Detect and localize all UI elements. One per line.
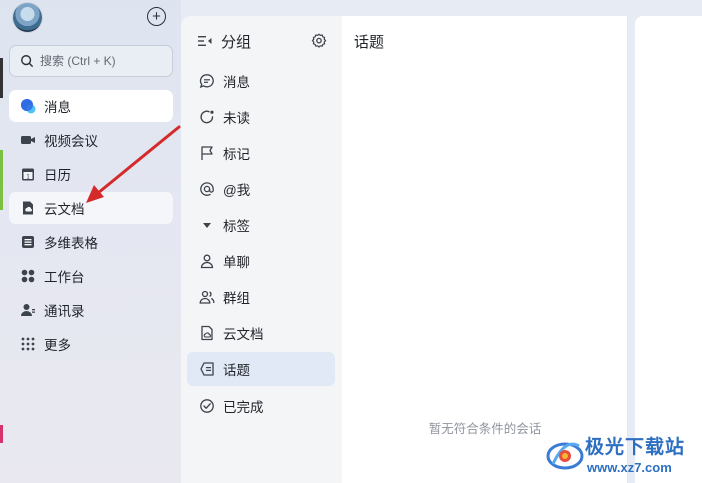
cloud-doc-icon xyxy=(20,200,36,216)
nav-item-bitable[interactable]: 多维表格 xyxy=(9,226,173,258)
nav-item-workplace[interactable]: 工作台 xyxy=(9,260,173,292)
nav-label: 视频会议 xyxy=(44,134,98,149)
doc-icon xyxy=(199,325,215,341)
nav-label: 日历 xyxy=(44,168,71,183)
video-camera-icon xyxy=(20,132,36,148)
avatar[interactable] xyxy=(13,3,42,32)
group-item-single-chat[interactable]: 单聊 xyxy=(187,244,335,278)
watermark-name: 极光下载站 xyxy=(585,436,686,458)
edge-strip xyxy=(0,425,3,443)
search-icon xyxy=(21,55,33,67)
search-input[interactable] xyxy=(40,54,160,68)
nav-label: 云文档 xyxy=(44,202,85,217)
check-circle-icon xyxy=(199,398,215,414)
nav-item-contacts[interactable]: 通讯录 xyxy=(9,294,173,326)
left-navigation: + 消息 视频会议 1 日历 云文档 xyxy=(0,0,181,483)
message-bubble-icon xyxy=(20,98,36,114)
person-icon xyxy=(199,253,215,269)
gear-icon[interactable] xyxy=(311,33,327,49)
group-item-topics[interactable]: 话题 xyxy=(187,352,335,386)
group-label: 消息 xyxy=(223,75,250,90)
group-icon xyxy=(199,289,215,305)
flag-icon xyxy=(199,145,215,161)
conversation-list: 话题 暂无符合条件的会话 xyxy=(342,16,628,483)
watermark-url: www.xz7.com xyxy=(587,460,672,475)
nav-label: 通讯录 xyxy=(44,304,85,319)
group-item-flagged[interactable]: 标记 xyxy=(187,136,335,170)
group-label: 单聊 xyxy=(223,255,250,270)
calendar-icon: 1 xyxy=(20,166,36,182)
watermark: 极光下载站 www.xz7.com xyxy=(545,428,702,483)
group-item-docs[interactable]: 云文档 xyxy=(187,316,335,350)
group-label: 话题 xyxy=(223,363,250,378)
group-item-mentions[interactable]: @我 xyxy=(187,172,335,206)
at-icon xyxy=(199,181,215,197)
group-label: 群组 xyxy=(223,291,250,306)
nav-item-video-meeting[interactable]: 视频会议 xyxy=(9,124,173,156)
nav-item-calendar[interactable]: 1 日历 xyxy=(9,158,173,190)
table-grid-icon xyxy=(20,234,36,250)
groups-header: 分组 xyxy=(197,30,327,52)
edge-strip xyxy=(0,58,3,98)
groups-title: 分组 xyxy=(221,33,252,51)
collapse-list-icon[interactable] xyxy=(197,33,213,49)
nav-label: 多维表格 xyxy=(44,236,98,251)
group-item-tags[interactable]: 标签 xyxy=(187,208,335,242)
unread-icon xyxy=(199,109,215,125)
group-label: 标签 xyxy=(223,219,250,234)
detail-panel xyxy=(635,16,702,483)
edge-strip xyxy=(0,150,3,210)
group-label: 已完成 xyxy=(223,400,264,415)
triangle-down-icon xyxy=(199,217,215,233)
search-box[interactable] xyxy=(9,45,173,77)
plus-icon: + xyxy=(152,8,161,25)
nav-label: 消息 xyxy=(44,100,71,115)
groups-panel: 分组 消息 未读 标记 @我 标签 单聊 群组 云文档 话题 已完成 xyxy=(181,16,342,483)
watermark-logo-icon xyxy=(546,442,584,470)
add-button[interactable]: + xyxy=(147,7,166,26)
group-item-groups[interactable]: 群组 xyxy=(187,280,335,314)
topic-icon xyxy=(199,361,215,377)
nav-item-more[interactable]: 更多 xyxy=(9,328,173,360)
nav-item-messages[interactable]: 消息 xyxy=(9,90,173,122)
group-label: 云文档 xyxy=(223,327,264,342)
group-item-messages[interactable]: 消息 xyxy=(187,64,335,98)
contacts-icon xyxy=(20,302,36,318)
content-title: 话题 xyxy=(354,34,385,51)
group-label: @我 xyxy=(223,183,251,198)
svg-text:1: 1 xyxy=(26,173,30,180)
group-label: 标记 xyxy=(223,147,250,162)
nav-label: 工作台 xyxy=(44,270,85,285)
chat-icon xyxy=(199,73,215,89)
group-item-unread[interactable]: 未读 xyxy=(187,100,335,134)
more-dots-icon xyxy=(20,336,36,352)
nav-label: 更多 xyxy=(44,338,71,353)
group-label: 未读 xyxy=(223,111,250,126)
nav-item-cloud-docs[interactable]: 云文档 xyxy=(9,192,173,224)
group-item-done[interactable]: 已完成 xyxy=(187,389,335,423)
apps-icon xyxy=(20,268,36,284)
